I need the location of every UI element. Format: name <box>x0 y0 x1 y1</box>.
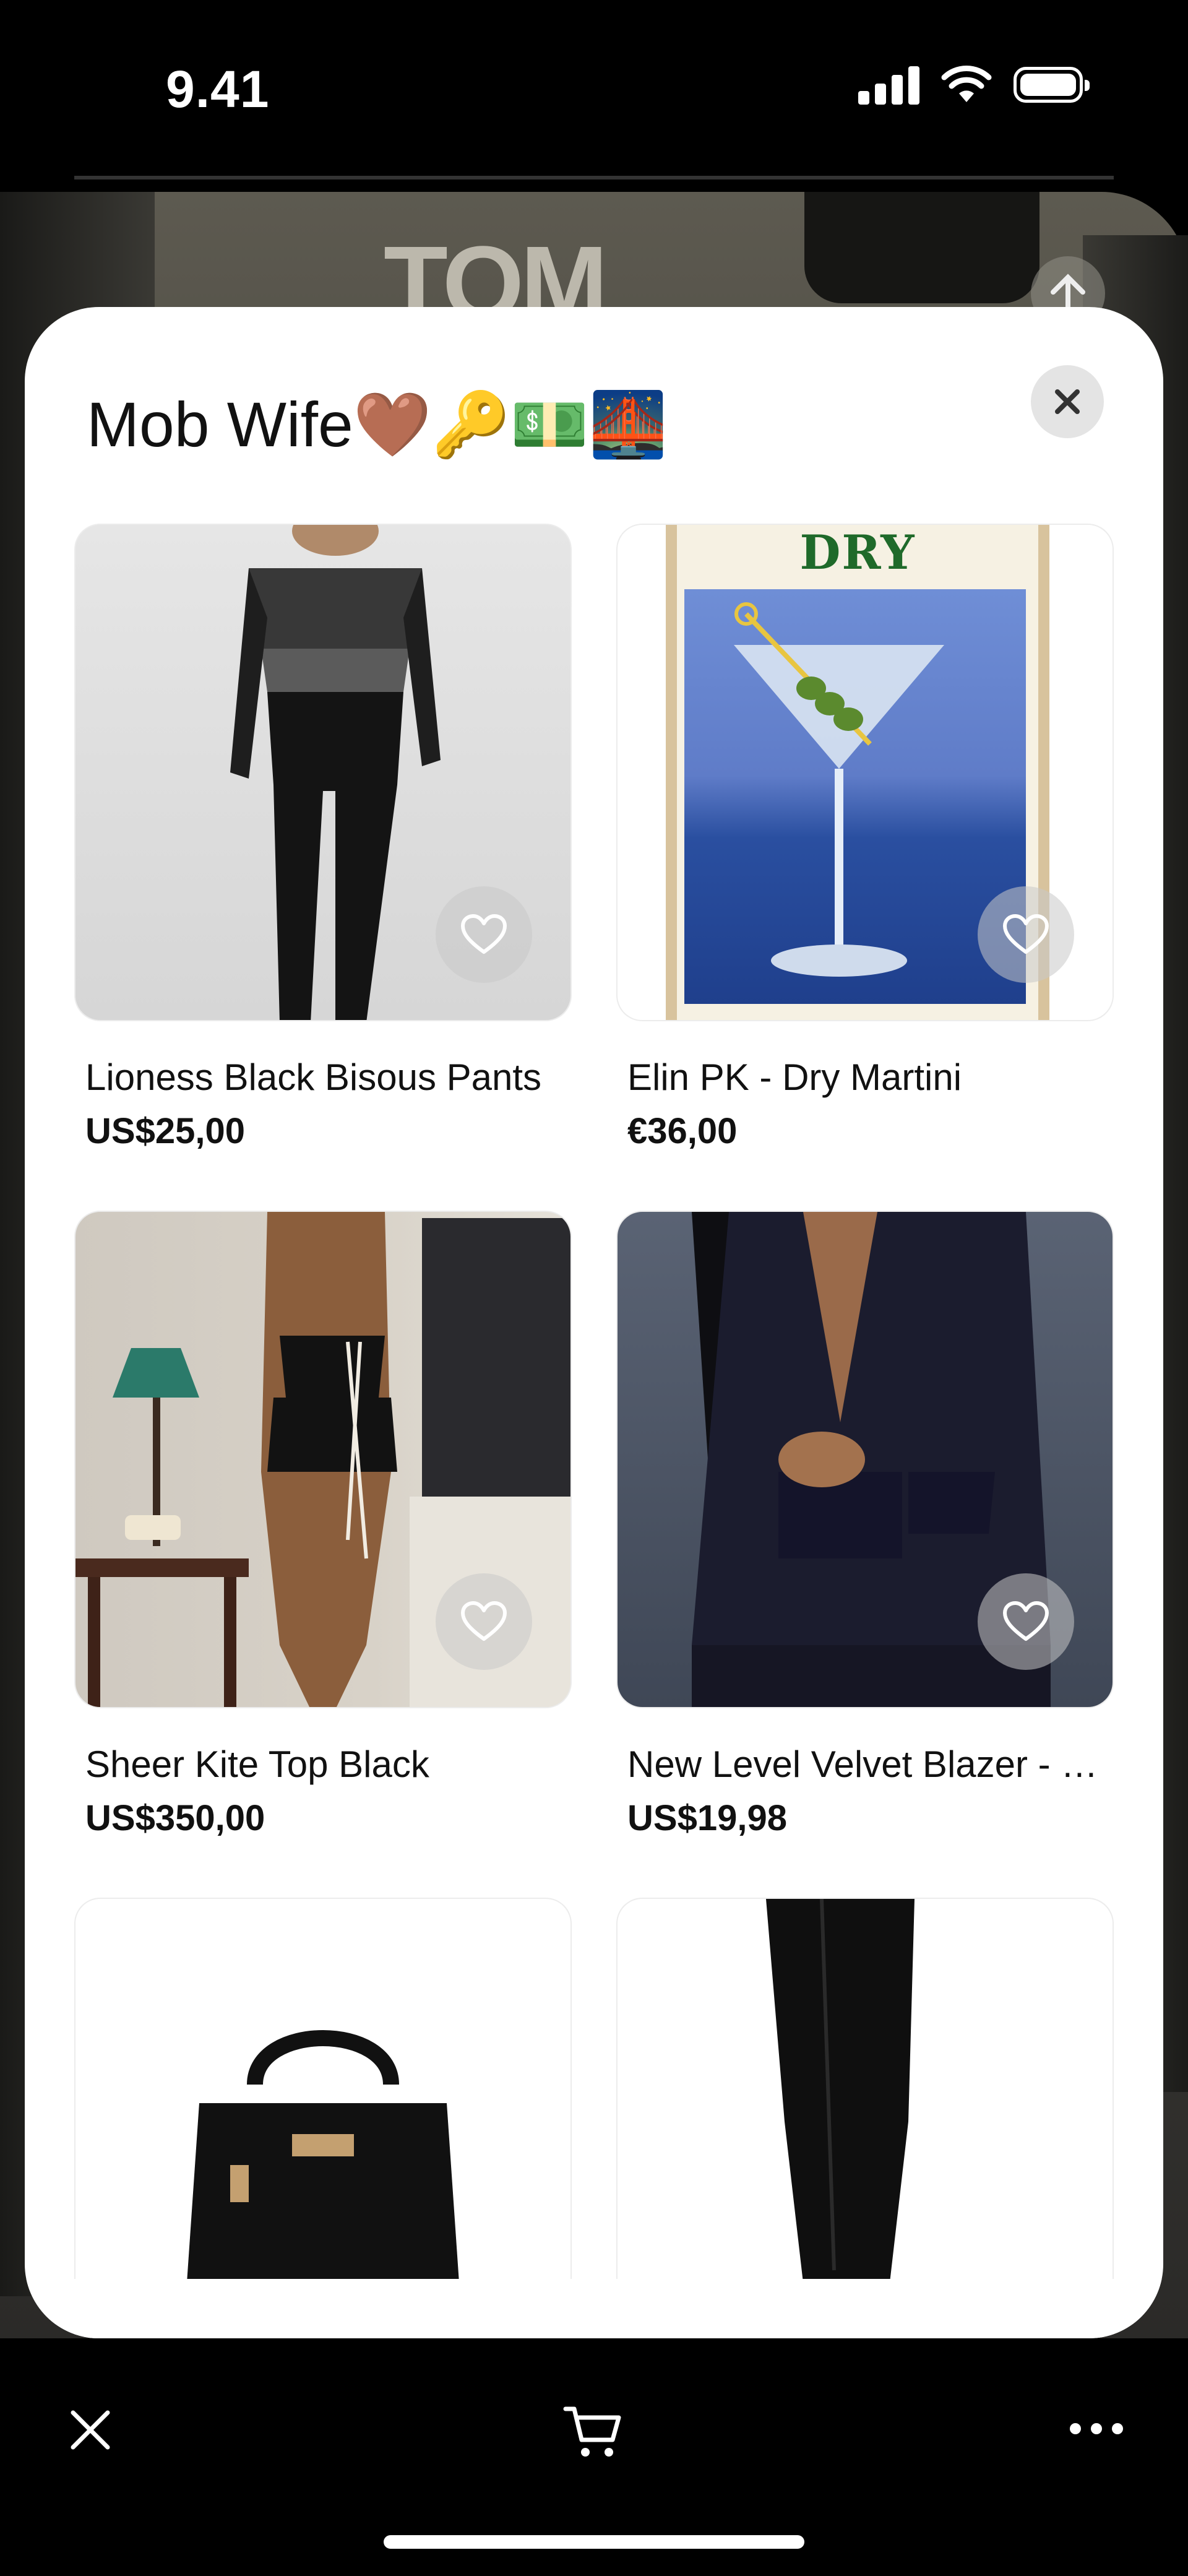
product-name[interactable]: Elin PK - Dry Martini <box>627 1056 1116 1099</box>
close-icon <box>1055 389 1080 414</box>
product-price: €36,00 <box>627 1111 738 1151</box>
product-name[interactable]: Lioness Black Bisous Pants <box>85 1056 574 1099</box>
product-name[interactable]: New Level Velvet Blazer - Black <box>627 1743 1116 1786</box>
battery-icon <box>1014 67 1090 103</box>
product-image[interactable] <box>616 1898 1114 2338</box>
favorite-button[interactable] <box>436 1573 532 1670</box>
sheet-bottom-mask <box>25 2279 1163 2338</box>
product-card[interactable] <box>616 1898 1114 2338</box>
heart-icon <box>1003 914 1049 954</box>
cellular-signal-icon <box>858 65 919 105</box>
cart-icon[interactable] <box>563 2404 622 2460</box>
collection-sheet: Mob Wife🤎🔑💵🌉 Lioness Black Bisous Pants <box>25 307 1163 2338</box>
heart-icon <box>461 914 507 954</box>
product-card[interactable]: Sheer Kite Top Black US$350,00 <box>74 1211 572 1838</box>
close-icon[interactable] <box>68 2408 113 2452</box>
favorite-button[interactable] <box>436 886 532 983</box>
product-image[interactable]: DRY MARTINI <box>616 524 1114 1021</box>
product-photo-bag <box>187 2030 459 2283</box>
product-image[interactable] <box>74 1898 572 2338</box>
product-card[interactable]: DRY MARTINI <box>616 524 1114 1151</box>
favorite-button[interactable] <box>978 886 1074 983</box>
product-price: US$25,00 <box>85 1111 245 1151</box>
product-price: US$350,00 <box>85 1798 265 1838</box>
collection-title: Mob Wife🤎🔑💵🌉 <box>87 389 668 460</box>
heart-icon <box>1003 1601 1049 1641</box>
home-indicator[interactable] <box>384 2535 804 2549</box>
wifi-icon <box>941 66 992 102</box>
background-image-top <box>804 192 1040 303</box>
close-sheet-button[interactable] <box>1031 365 1104 438</box>
product-image[interactable] <box>74 1211 572 1708</box>
background-divider <box>74 176 1114 179</box>
heart-icon <box>461 1601 507 1641</box>
product-name[interactable]: Sheer Kite Top Black <box>85 1743 574 1786</box>
product-image[interactable] <box>74 524 572 1021</box>
product-card[interactable]: New Level Velvet Blazer - Black US$19,98 <box>616 1211 1116 1838</box>
product-image[interactable] <box>616 1211 1114 1708</box>
product-price: US$19,98 <box>627 1798 787 1838</box>
product-card[interactable]: Lioness Black Bisous Pants US$25,00 <box>74 524 572 1151</box>
status-icons <box>858 65 1090 105</box>
martini-glass-illustration <box>734 602 944 977</box>
poster-art <box>684 589 1026 1004</box>
product-photo-boot <box>766 1899 915 2283</box>
product-card[interactable] <box>74 1898 572 2338</box>
favorite-button[interactable] <box>978 1573 1074 1670</box>
status-time: 9.41 <box>166 60 270 118</box>
status-bar: 9.41 <box>0 0 1188 179</box>
more-icon[interactable] <box>1069 2421 1124 2436</box>
